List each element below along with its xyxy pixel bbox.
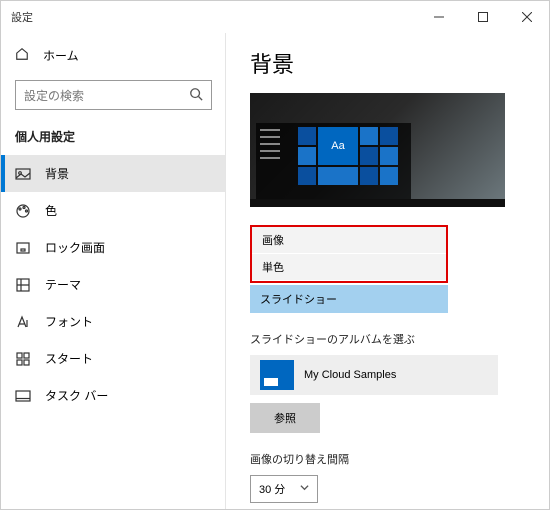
palette-icon: [15, 203, 31, 219]
dropdown-option-picture[interactable]: 画像: [252, 227, 446, 254]
sidebar-item-label: 色: [45, 202, 57, 219]
search-placeholder: 設定の検索: [24, 87, 84, 104]
background-type-dropdown-list[interactable]: 画像 単色: [250, 225, 448, 283]
picture-icon: [15, 166, 31, 182]
interval-value: 30 分: [259, 481, 285, 497]
album-label: スライドショーのアルバムを選ぶ: [250, 331, 525, 347]
search-icon: [189, 87, 203, 104]
chevron-down-icon: [300, 483, 309, 495]
minimize-button[interactable]: [417, 1, 461, 33]
sidebar-item-label: ロック画面: [45, 239, 105, 256]
sidebar-item-label: 背景: [45, 165, 69, 182]
interval-label: 画像の切り替え間隔: [250, 451, 525, 467]
home-icon: [15, 47, 29, 64]
window-title: 設定: [11, 9, 33, 25]
sidebar-item-colors[interactable]: 色: [1, 192, 226, 229]
taskbar-icon: [15, 388, 31, 404]
browse-button[interactable]: 参照: [250, 403, 320, 433]
maximize-button[interactable]: [461, 1, 505, 33]
sidebar-item-label: フォント: [45, 313, 93, 330]
sidebar-item-label: タスク バー: [45, 387, 108, 404]
dropdown-option-slideshow[interactable]: スライドショー: [250, 285, 448, 313]
start-icon: [15, 351, 31, 367]
folder-icon: [260, 360, 294, 390]
home-link[interactable]: ホーム: [1, 41, 226, 74]
interval-select[interactable]: 30 分: [250, 475, 318, 503]
section-title: 個人用設定: [1, 122, 226, 155]
page-title: 背景: [250, 47, 525, 79]
lock-icon: [15, 240, 31, 256]
sidebar-item-lockscreen[interactable]: ロック画面: [1, 229, 226, 266]
sidebar-item-taskbar[interactable]: タスク バー: [1, 377, 226, 414]
background-preview: Aa: [250, 93, 505, 207]
home-label: ホーム: [43, 47, 79, 64]
dropdown-option-solid[interactable]: 単色: [252, 254, 446, 281]
sidebar-item-background[interactable]: 背景: [1, 155, 226, 192]
preview-sample-text: Aa: [318, 127, 358, 165]
album-item[interactable]: My Cloud Samples: [250, 355, 498, 395]
album-name: My Cloud Samples: [304, 369, 396, 381]
sidebar-item-label: スタート: [45, 350, 93, 367]
close-button[interactable]: [505, 1, 549, 33]
sidebar-item-themes[interactable]: テーマ: [1, 266, 226, 303]
theme-icon: [15, 277, 31, 293]
sidebar-item-fonts[interactable]: フォント: [1, 303, 226, 340]
sidebar-item-start[interactable]: スタート: [1, 340, 226, 377]
font-icon: [15, 314, 31, 330]
search-input[interactable]: 設定の検索: [15, 80, 212, 110]
sidebar-item-label: テーマ: [45, 276, 81, 293]
